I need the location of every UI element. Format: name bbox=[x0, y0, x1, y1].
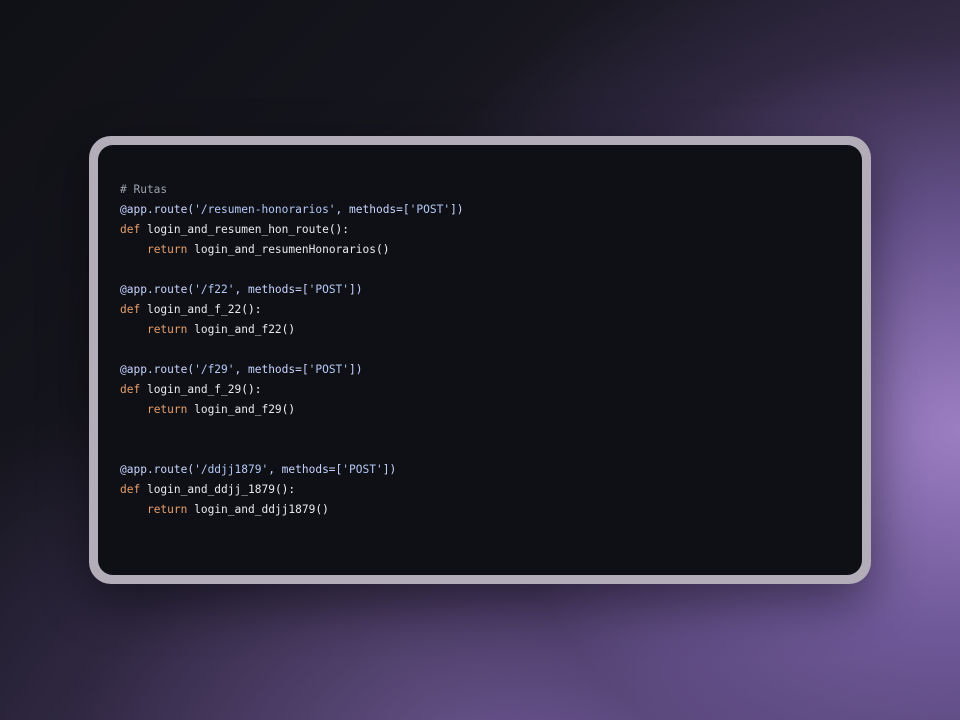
decorator-token: @app.route( bbox=[120, 363, 195, 376]
code-line-return: return login_and_resumenHonorarios() bbox=[120, 240, 862, 260]
def-keyword: def bbox=[120, 383, 141, 396]
function-signature: (): bbox=[241, 303, 262, 316]
code-line-def: def login_and_ddjj_1879(): bbox=[120, 480, 862, 500]
methods-keyword: , methods=[ bbox=[335, 203, 410, 216]
decorator-close: ]) bbox=[349, 283, 363, 296]
method-string: 'POST' bbox=[409, 203, 451, 216]
function-signature: (): bbox=[241, 383, 262, 396]
return-parens: () bbox=[375, 243, 390, 256]
method-string: 'POST' bbox=[308, 283, 350, 296]
function-name: login_and_resumen_hon_route bbox=[140, 223, 329, 236]
code-window-frame: # Rutas @app.route('/resumen-honorarios'… bbox=[89, 136, 871, 584]
code-line-def: def login_and_resumen_hon_route(): bbox=[120, 220, 862, 240]
decorator-close: ]) bbox=[450, 203, 464, 216]
code-line-return: return login_and_f29() bbox=[120, 400, 862, 420]
def-keyword: def bbox=[120, 483, 141, 496]
return-call: login_and_ddjj1879 bbox=[187, 503, 316, 516]
route-path-string: '/f29' bbox=[194, 363, 235, 376]
function-name: login_and_ddjj_1879 bbox=[140, 483, 275, 496]
decorator-token: @app.route( bbox=[120, 203, 195, 216]
def-keyword: def bbox=[120, 223, 141, 236]
return-call: login_and_f29 bbox=[187, 403, 282, 416]
return-parens: () bbox=[281, 323, 296, 336]
methods-keyword: , methods=[ bbox=[268, 463, 343, 476]
return-keyword: return bbox=[146, 323, 188, 336]
code-line-route-decorator: @app.route('/ddjj1879', methods=['POST']… bbox=[120, 460, 862, 480]
code-line-return: return login_and_f22() bbox=[120, 320, 862, 340]
methods-keyword: , methods=[ bbox=[234, 283, 309, 296]
function-signature: (): bbox=[328, 223, 350, 236]
code-line-route-decorator: @app.route('/resumen-honorarios', method… bbox=[120, 200, 862, 220]
return-call: login_and_resumenHonorarios bbox=[187, 243, 376, 256]
return-parens: () bbox=[315, 503, 329, 516]
route-path-string: '/resumen-honorarios' bbox=[194, 203, 336, 216]
code-line-def: def login_and_f_29(): bbox=[120, 380, 862, 400]
function-name: login_and_f_29 bbox=[140, 383, 242, 396]
function-signature: (): bbox=[274, 483, 296, 496]
method-string: 'POST' bbox=[342, 463, 383, 476]
methods-keyword: , methods=[ bbox=[234, 363, 309, 376]
decorator-token: @app.route( bbox=[120, 283, 195, 296]
function-name: login_and_f_22 bbox=[140, 303, 242, 316]
return-keyword: return bbox=[146, 503, 188, 516]
route-path-string: '/f22' bbox=[194, 283, 235, 296]
code-line-route-decorator: @app.route('/f29', methods=['POST']) bbox=[120, 360, 862, 380]
code-editor-panel: # Rutas @app.route('/resumen-honorarios'… bbox=[98, 145, 862, 575]
decorator-close: ]) bbox=[382, 463, 397, 476]
code-line-return: return login_and_ddjj1879() bbox=[120, 500, 862, 520]
code-line-def: def login_and_f_22(): bbox=[120, 300, 862, 320]
return-parens: () bbox=[281, 403, 296, 416]
route-path-string: '/ddjj1879' bbox=[194, 463, 269, 476]
comment-text: # Rutas bbox=[120, 183, 168, 196]
return-call: login_and_f22 bbox=[187, 323, 282, 336]
return-keyword: return bbox=[146, 403, 188, 416]
code-line-comment: # Rutas bbox=[120, 180, 862, 200]
def-keyword: def bbox=[120, 303, 141, 316]
code-line-route-decorator: @app.route('/f22', methods=['POST']) bbox=[120, 280, 862, 300]
decorator-token: @app.route( bbox=[120, 463, 195, 476]
decorator-close: ]) bbox=[349, 363, 363, 376]
return-keyword: return bbox=[146, 243, 188, 256]
method-string: 'POST' bbox=[308, 363, 350, 376]
